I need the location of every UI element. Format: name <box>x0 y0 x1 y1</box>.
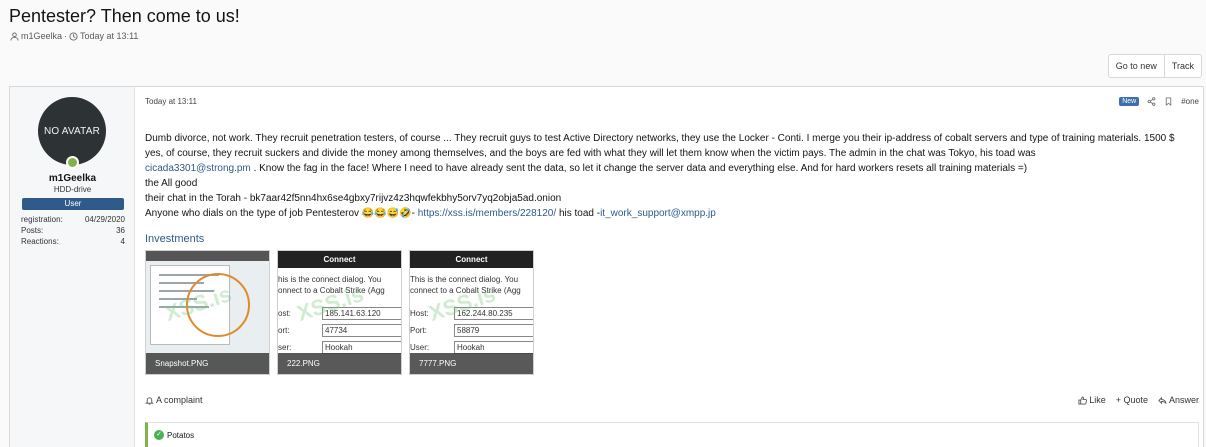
post-content: Dumb divorce, not work. They recruit pen… <box>145 131 1189 221</box>
port-field: 47734 <box>322 324 401 337</box>
dialog-header: Connect <box>410 251 533 268</box>
stat-posts: Posts: 36 <box>21 225 125 236</box>
complaint-label: A complaint <box>156 395 203 405</box>
attachment-thumbnail[interactable]: Connect his is the connect dialog. You o… <box>277 250 402 375</box>
paragraph: Dumb divorce, not work. They recruit pen… <box>145 131 1189 176</box>
meta-separator: · <box>64 31 68 41</box>
stat-label: registration: <box>21 215 63 224</box>
email-link[interactable]: it_work_support@xmpp.jp <box>600 208 716 219</box>
bookmark-icon[interactable] <box>1164 97 1173 106</box>
post-date[interactable]: Today at 13:11 <box>145 97 197 106</box>
new-badge: New <box>1119 97 1140 106</box>
post-actions: Like + Quote Answer <box>1078 395 1199 405</box>
username[interactable]: m1Geelka <box>10 173 135 184</box>
field-label: ost: <box>278 309 291 318</box>
post-body: Today at 13:11 New #one Dumb divorce, no… <box>136 87 1203 447</box>
reactions-bar[interactable]: ✓ Potatos <box>145 422 1199 447</box>
content-line: Anyone who dials on the type of job Pent… <box>145 206 1189 221</box>
thread-time[interactable]: Today at 13:11 <box>80 31 138 41</box>
complaint-button[interactable]: A complaint <box>145 395 203 405</box>
content-line: the All good <box>145 178 198 189</box>
post-number-link[interactable]: #one <box>1181 97 1199 106</box>
attachments-title: Investments <box>145 233 205 245</box>
like-label: Like <box>1089 395 1106 405</box>
user-title: HDD-drive <box>53 185 92 194</box>
stat-label: Posts: <box>21 226 44 235</box>
go-to-new-button[interactable]: Go to new <box>1109 55 1164 77</box>
thread-actions: Go to new Track <box>1107 54 1202 78</box>
stat-registration: registration: 04/29/2020 <box>21 214 125 225</box>
post: NO AVATAR m1Geelka HDD-drive User regist… <box>9 86 1204 447</box>
reply-icon <box>1158 396 1167 404</box>
reaction-icon: ✓ <box>154 430 164 440</box>
share-icon[interactable] <box>1147 97 1156 106</box>
thread-meta: m1Geelka · Today at 13:11 <box>10 31 138 41</box>
profile-link[interactable]: https://xss.is/members/228120/ <box>418 208 556 219</box>
stat-label: Reactions: <box>21 237 59 246</box>
stat-value: 4 <box>120 237 125 246</box>
attachment-thumbnail[interactable]: Connect This is the connect dialog. You … <box>409 250 534 375</box>
content-line: their chat in the Torah - bk7aar42f5nn4h… <box>145 193 562 204</box>
attachment-label: 222.PNG <box>278 353 401 374</box>
stat-value: 36 <box>116 226 125 235</box>
paragraph-text: Dumb divorce, not work. They recruit pen… <box>145 133 1175 159</box>
quote-button[interactable]: + Quote <box>1116 395 1148 405</box>
thread-title: Pentester? Then come to us! <box>9 6 240 26</box>
attachment-label: 7777.PNG <box>410 353 533 374</box>
paragraph-text: . Know the fag in the face! Where I need… <box>253 163 1028 174</box>
line-text: - <box>411 208 415 219</box>
user-stats: registration: 04/29/2020 Posts: 36 React… <box>21 214 125 247</box>
reaction-users[interactable]: Potatos <box>167 431 194 440</box>
quote-label: + Quote <box>1115 395 1148 405</box>
field-label: Host: <box>410 309 429 318</box>
dialog-header: Connect <box>278 251 401 268</box>
stat-reactions: Reactions: 4 <box>21 236 125 247</box>
attachments-list: XSS.is Snapshot.PNG Connect his is the c… <box>145 250 534 375</box>
post-tools: New #one <box>1119 97 1199 106</box>
user-panel: NO AVATAR m1Geelka HDD-drive User regist… <box>10 87 135 447</box>
thumbs-up-icon <box>1078 395 1088 405</box>
dialog-text: his is the connect dialog. You <box>278 275 382 284</box>
line-text: Anyone who dials on the type of job Pent… <box>145 208 360 219</box>
answer-button[interactable]: Answer <box>1158 395 1199 405</box>
track-button[interactable]: Track <box>1163 55 1201 77</box>
avatar[interactable]: NO AVATAR <box>38 97 106 165</box>
field-label: Port: <box>410 326 427 335</box>
dialog-text: This is the connect dialog. You <box>410 275 519 284</box>
emoji-group: 😂😂😅🤣 <box>361 208 412 219</box>
screenshot-toolbar <box>146 251 269 261</box>
attachment-label: Snapshot.PNG <box>146 353 269 374</box>
stat-value: 04/29/2020 <box>84 215 125 224</box>
online-status-indicator <box>66 156 79 169</box>
port-field: 58879 <box>454 324 533 337</box>
attachment-thumbnail[interactable]: XSS.is Snapshot.PNG <box>145 250 270 375</box>
answer-label: Answer <box>1168 395 1199 405</box>
field-label: User: <box>410 343 430 352</box>
field-label: ort: <box>278 326 290 335</box>
field-label: ser: <box>278 343 292 352</box>
line-text: his toad - <box>558 208 601 219</box>
bell-icon <box>145 396 154 405</box>
user-icon <box>10 31 19 41</box>
email-link[interactable]: cicada3301@strong.pm <box>145 163 251 174</box>
user-banner: User <box>22 198 124 210</box>
like-button[interactable]: Like <box>1078 395 1106 405</box>
thread-author-link[interactable]: m1Geelka <box>21 31 62 41</box>
clock-icon <box>69 31 78 41</box>
